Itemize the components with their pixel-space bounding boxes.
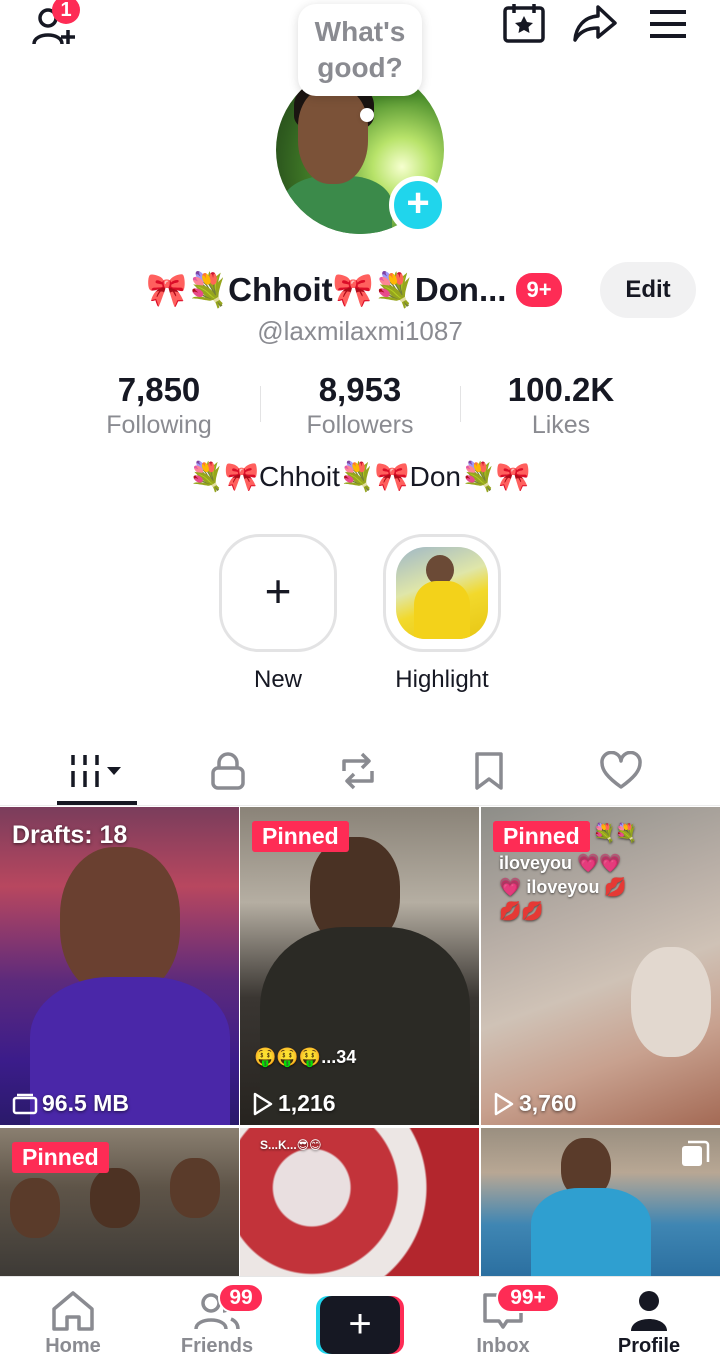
highlight-thumbnail <box>396 547 488 639</box>
video-size: 96.5 MB <box>12 1090 129 1117</box>
plus-icon: + <box>320 1296 400 1354</box>
videos-grid-icon <box>71 755 121 787</box>
video-thumbnail[interactable]: Pinned 💐💐 iloveyou 💗💗💗 iloveyou 💋💋💋 3,76… <box>481 807 720 1125</box>
stat-divider <box>460 386 461 422</box>
heart-icon <box>600 751 642 789</box>
drafts-count: Drafts: 18 <box>12 821 128 849</box>
stat-followers[interactable]: 8,953 Followers <box>260 370 460 440</box>
video-grid: Drafts: 18 96.5 MB Pinned 🤑🤑🤑...34 1,216… <box>0 807 720 1277</box>
followers-label: Followers <box>306 411 414 439</box>
profile-tabs <box>0 740 720 806</box>
likes-label: Likes <box>531 411 591 439</box>
nav-home[interactable]: Home <box>18 1277 128 1372</box>
stat-divider <box>260 386 261 422</box>
nav-friends-label: Friends <box>180 1335 254 1357</box>
calendar-button[interactable] <box>500 2 548 44</box>
menu-icon <box>650 10 686 38</box>
tab-reposts[interactable] <box>318 740 398 802</box>
lock-icon <box>211 752 245 790</box>
plus-icon: + <box>264 565 292 617</box>
active-tab-indicator <box>57 801 137 805</box>
home-icon <box>52 1291 94 1331</box>
name-notification-badge[interactable]: 9+ <box>516 273 562 307</box>
nav-profile-label: Profile <box>617 1335 681 1357</box>
calendar-star-icon <box>503 4 545 43</box>
display-name: 🎀💐Chhoit🎀💐Don... <box>146 270 507 308</box>
pinned-badge: Pinned <box>252 821 349 852</box>
new-highlight-label: New <box>253 666 302 693</box>
repost-icon <box>342 752 374 790</box>
play-icon <box>253 1092 273 1115</box>
pinned-badge: Pinned <box>12 1142 109 1173</box>
nav-inbox[interactable]: Inbox 99+ <box>448 1277 560 1372</box>
video-caption: iloveyou 💗💗💗 iloveyou 💋💋💋 <box>499 853 627 921</box>
username-handle: @laxmilaxmi1087 <box>257 316 463 346</box>
status-bubble[interactable]: What's good? <box>298 4 422 96</box>
tab-liked[interactable] <box>581 740 661 802</box>
video-caption: 🤑🤑🤑...34 <box>254 1047 357 1067</box>
video-thumbnail[interactable] <box>481 1128 720 1277</box>
likes-count: 100.2K <box>507 371 615 408</box>
nav-inbox-label: Inbox <box>476 1335 530 1357</box>
following-label: Following <box>106 411 212 439</box>
view-count: 1,216 <box>252 1090 336 1117</box>
video-thumbnail[interactable]: Pinned <box>0 1128 239 1277</box>
bio-text: 💐🎀Chhoit💐🎀Don💐🎀 <box>189 461 531 492</box>
highlight-item[interactable] <box>383 534 501 652</box>
highlight-label: Highlight <box>395 666 489 693</box>
video-caption: S...K...😎😊 <box>260 1138 322 1152</box>
bubble-line-2: good? <box>317 52 403 83</box>
following-count: 7,850 <box>117 371 201 408</box>
menu-button[interactable] <box>644 4 692 44</box>
add-friend-button[interactable]: 1 <box>24 0 84 46</box>
profile-stats: 7,850 Following 8,953 Followers 100.2K L… <box>0 370 720 440</box>
video-thumbnail[interactable]: Pinned 🤑🤑🤑...34 1,216 <box>240 807 479 1125</box>
pinned-badge: Pinned <box>493 821 590 852</box>
pinned-label: Pinned <box>503 823 580 849</box>
video-thumbnail[interactable]: S...K...😎😊 <box>240 1128 479 1277</box>
view-count-label: 3,760 <box>519 1090 577 1116</box>
friends-badge: 99 <box>218 1283 264 1313</box>
drafts-stack-icon <box>12 1093 38 1114</box>
followers-count: 8,953 <box>318 371 402 408</box>
bubble-tail <box>360 108 374 122</box>
tag-emoji: 💐💐 <box>593 823 638 843</box>
inbox-badge: 99+ <box>496 1283 560 1313</box>
share-profile-button[interactable] <box>570 2 620 44</box>
video-thumbnail[interactable]: Drafts: 18 96.5 MB <box>0 807 239 1125</box>
draft-size-label: 96.5 MB <box>42 1090 129 1116</box>
new-highlight-button[interactable]: + <box>219 534 337 652</box>
view-count-label: 1,216 <box>278 1090 336 1116</box>
play-icon <box>494 1092 514 1115</box>
stat-likes[interactable]: 100.2K Likes <box>461 370 661 440</box>
add-avatar-button[interactable]: + <box>389 176 447 234</box>
share-icon <box>573 5 617 42</box>
tab-private[interactable] <box>188 740 268 802</box>
view-count: 3,760 <box>493 1090 577 1117</box>
tab-videos[interactable] <box>57 740 137 802</box>
nav-home-label: Home <box>45 1335 101 1357</box>
tab-favorites[interactable] <box>449 740 529 802</box>
name-row: 🎀💐Chhoit🎀💐Don... 9+ <box>146 268 562 312</box>
profile-icon <box>631 1291 667 1331</box>
nav-friends[interactable]: Friends 99 <box>162 1277 272 1372</box>
multi-photo-icon <box>682 1140 710 1166</box>
nav-profile[interactable]: Profile <box>594 1277 704 1372</box>
bookmark-icon <box>475 752 503 790</box>
bubble-line-1: What's <box>314 16 406 47</box>
create-button[interactable]: + <box>316 1296 404 1354</box>
stat-following[interactable]: 7,850 Following <box>59 370 259 440</box>
edit-profile-button[interactable]: Edit <box>600 262 696 318</box>
